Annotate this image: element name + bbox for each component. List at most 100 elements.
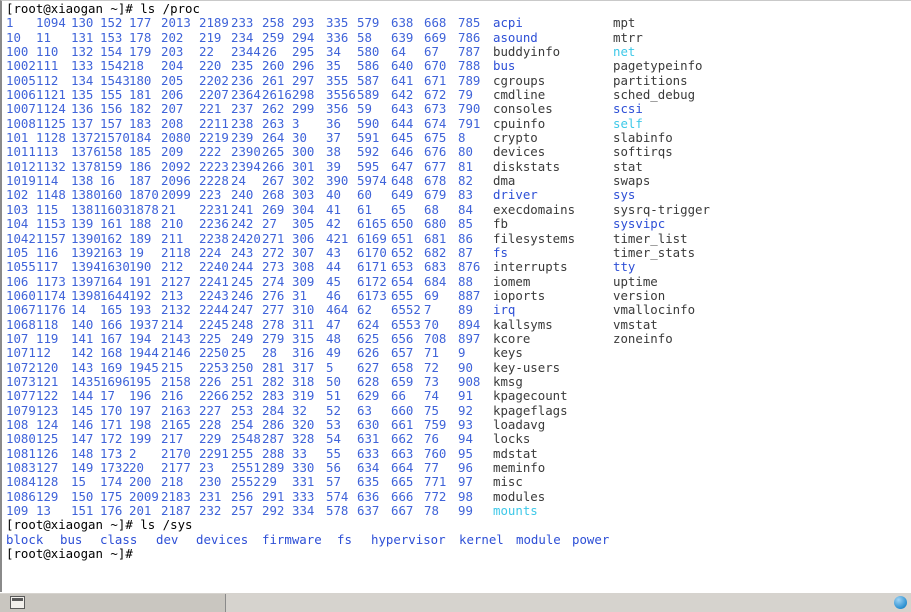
proc-pid-entry: 1071 (6, 346, 36, 361)
proc-pid-entry: 55 (326, 446, 341, 461)
proc-pid-entry: 334 (292, 504, 315, 519)
proc-pid-entry: 628 (357, 374, 380, 389)
proc-pid-entry: 220 (199, 59, 222, 74)
proc-pid-entry: 197 (129, 403, 152, 418)
proc-pid-entry: 95 (458, 446, 473, 461)
proc-pid-entry: 1157 (36, 231, 66, 246)
proc-pid-entry: 249 (231, 331, 254, 346)
proc-pid-entry: 645 (391, 131, 414, 146)
proc-pid-entry: 771 (424, 475, 447, 490)
proc-pid-entry: 1380 (71, 188, 100, 203)
proc-pid-entry: 333 (292, 489, 315, 504)
taskbar-window-button[interactable] (0, 593, 226, 612)
proc-pid-entry: 207 (161, 102, 184, 117)
proc-pid-entry: 1008 (6, 116, 36, 131)
proc-pid-entry: 636 (357, 489, 380, 504)
proc-pid-entry: 787 (458, 45, 481, 60)
proc-pid-entry: 162 (100, 231, 123, 246)
proc-pid-entry: 36 (326, 116, 341, 131)
proc-pid-entry: 1376 (71, 145, 100, 160)
proc-pid-entry: 1084 (6, 475, 36, 490)
proc-pid-entry: 639 (391, 30, 414, 45)
proc-pid-entry: 271 (262, 231, 285, 246)
proc-pid-entry: 66 (391, 389, 406, 404)
proc-pid-entry: 637 (357, 504, 380, 519)
terminal-window[interactable]: [root@xiaogan ~]# ls /proc 1 1094 130 152 17… (0, 0, 911, 592)
proc-name-entry: ioports (493, 288, 546, 303)
proc-pid-entry: 292 (262, 504, 285, 519)
proc-pid-entry: 665 (391, 475, 414, 490)
globe-icon[interactable] (894, 596, 907, 609)
proc-pid-entry: 672 (424, 88, 447, 103)
proc-pid-entry: 12 (36, 346, 51, 361)
proc-pid-entry: 646 (391, 145, 414, 160)
proc-pid-entry: 240 (231, 188, 254, 203)
proc-pid-entry: 1094 (36, 16, 66, 31)
proc-pid-entry: 791 (458, 116, 481, 131)
terminal-scroll-gutter[interactable] (907, 1, 911, 592)
proc-pid-entry: 1397 (71, 274, 100, 289)
proc-pid-entry: 629 (357, 389, 380, 404)
proc-pid-entry: 199 (129, 432, 152, 447)
proc-pid-entry: 788 (458, 59, 481, 74)
proc-pid-entry: 309 (292, 274, 315, 289)
proc-name-entry: diskstats (493, 159, 561, 174)
proc-pid-entry: 182 (129, 102, 152, 117)
proc-pid-entry: 213 (161, 288, 184, 303)
proc-name-entry: keys (493, 346, 523, 361)
proc-listing-row: 1011113 1376158 185 209 222 2390265 300 38 592 64… (6, 145, 911, 159)
proc-listing-row: 1072120 143 169 1945 215 2253 250 281 317 5 627 658… (6, 361, 911, 375)
proc-pid-entry: 1086 (6, 489, 36, 504)
taskbar-task-area[interactable] (226, 593, 889, 612)
proc-pid-entry: 652 (391, 245, 414, 260)
proc-pid-entry: 251 (231, 374, 254, 389)
proc-pid-entry: 22 (199, 45, 214, 60)
taskbar-system-tray[interactable] (889, 594, 911, 612)
proc-name-entry: misc (493, 475, 523, 490)
proc-pid-entry: 198 (129, 417, 152, 432)
proc-pid-entry: 658 (391, 360, 414, 375)
proc-pid-entry: 1012 (6, 159, 36, 174)
proc-pid-entry: 1870 (129, 188, 159, 203)
proc-listing-row: 106 1173 1397164 191 2127 2241 245 274 309 45 6172… (6, 275, 911, 289)
proc-name-entry: zoneinfo (613, 331, 673, 346)
proc-pid-entry: 1083 (6, 461, 36, 475)
proc-pid-entry: 3556 (326, 88, 356, 103)
proc-pid-entry: 84 (458, 202, 473, 217)
proc-name-entry: crypto (493, 131, 538, 146)
proc-name-entry: devices (493, 145, 546, 160)
proc-name-entry: net (613, 45, 636, 60)
proc-pid-entry: 14 (71, 303, 86, 318)
proc-pid-entry: 675 (424, 131, 447, 146)
proc-pid-entry: 635 (357, 475, 380, 490)
proc-pid-entry: 1073 (6, 374, 36, 389)
proc-pid-entry: 113 (36, 145, 59, 160)
proc-name-entry: sys (613, 188, 636, 203)
proc-pid-entry: 108 (6, 417, 29, 432)
proc-pid-entry: 191 (129, 274, 152, 289)
desktop-taskbar[interactable] (0, 592, 911, 612)
proc-pid-entry: 109 (6, 504, 29, 519)
proc-pid-entry: 2187 (161, 504, 191, 519)
proc-pid-entry: 663 (391, 446, 414, 461)
proc-pid-entry: 785 (458, 16, 481, 31)
proc-pid-entry: 85 (458, 217, 473, 232)
proc-pid-entry: 653 (391, 260, 414, 275)
proc-pid-entry: 168 (100, 346, 123, 361)
proc-listing-row: 1 1094 130 152 177 2013 2189 233 258 293 335 579 638… (6, 16, 911, 30)
proc-pid-entry: 212 (161, 260, 184, 275)
proc-name-entry: iomem (493, 274, 531, 289)
proc-pid-entry: 132 (71, 45, 94, 60)
proc-pid-entry: 1077 (6, 389, 36, 404)
proc-pid-entry: 238 (231, 116, 254, 131)
proc-pid-entry: 153 (100, 30, 123, 45)
proc-name-entry: consoles (493, 102, 553, 117)
proc-pid-entry: 60 (357, 188, 372, 203)
proc-name-entry: key-users (493, 360, 561, 375)
proc-pid-entry: 43 (326, 245, 341, 260)
proc-name-entry: timer_list (613, 231, 688, 246)
proc-pid-entry: 649 (391, 188, 414, 203)
proc-pid-entry: 2132 (161, 303, 191, 318)
proc-pid-entry: 63 (357, 403, 372, 418)
proc-pid-entry: 80 (458, 145, 473, 160)
